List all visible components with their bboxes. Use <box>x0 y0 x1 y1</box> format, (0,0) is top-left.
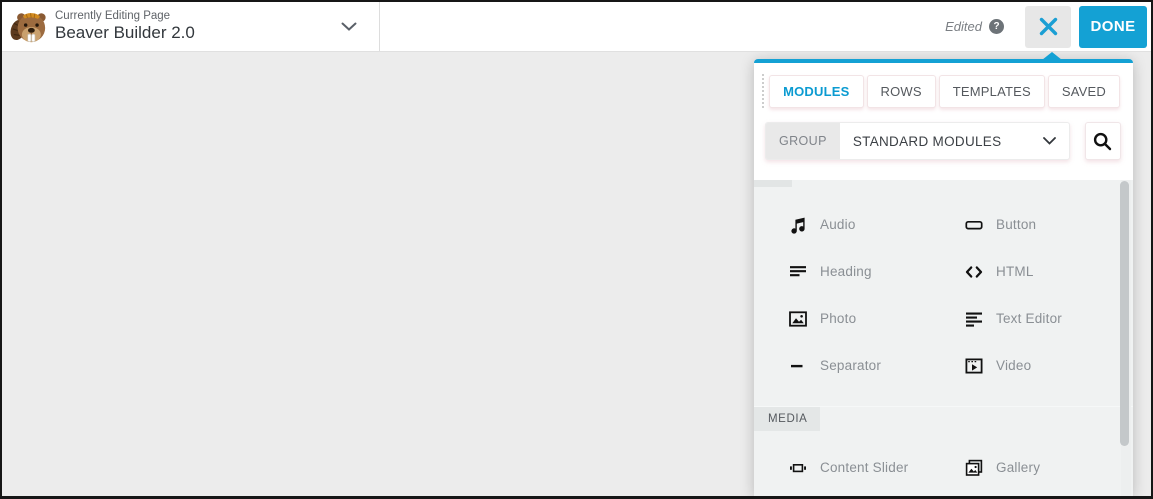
group-select[interactable]: GROUP STANDARD MODULES <box>765 122 1070 160</box>
content-panel: MODULES ROWS TEMPLATES SAVED GROUP STAND… <box>754 59 1133 496</box>
module-list: Audio Button Heading <box>754 180 1133 496</box>
editing-context-label: Currently Editing Page <box>55 10 331 22</box>
title-menu[interactable]: Currently Editing Page Beaver Builder 2.… <box>2 2 380 51</box>
module-item-audio[interactable]: Audio <box>754 201 930 248</box>
group-selected-option: STANDARD MODULES <box>853 134 1002 149</box>
page-title: Beaver Builder 2.0 <box>55 23 331 43</box>
top-toolbar: Currently Editing Page Beaver Builder 2.… <box>2 2 1151 52</box>
panel-header: MODULES ROWS TEMPLATES SAVED GROUP STAND… <box>754 63 1133 177</box>
done-button[interactable]: DONE <box>1079 6 1147 48</box>
search-button[interactable] <box>1085 122 1121 160</box>
help-icon[interactable]: ? <box>989 19 1004 34</box>
music-note-icon <box>789 216 807 234</box>
module-item-photo[interactable]: Photo <box>754 295 930 342</box>
button-icon <box>965 216 983 234</box>
edited-status: Edited <box>945 19 982 34</box>
panel-scrollbar-track[interactable] <box>1121 180 1131 496</box>
gallery-icon <box>965 459 983 477</box>
group-filter-row: GROUP STANDARD MODULES <box>765 122 1121 177</box>
panel-tabs: MODULES ROWS TEMPLATES SAVED <box>762 74 1123 108</box>
tab-templates[interactable]: TEMPLATES <box>939 75 1045 108</box>
tab-rows[interactable]: ROWS <box>867 75 936 108</box>
tab-saved[interactable]: SAVED <box>1048 75 1120 108</box>
panel-scrollbar-thumb[interactable] <box>1120 181 1129 446</box>
search-icon <box>1092 131 1113 152</box>
drag-handle-icon[interactable] <box>762 74 764 108</box>
module-item-heading[interactable]: Heading <box>754 248 930 295</box>
standard-modules-grid: Audio Button Heading <box>754 201 1133 389</box>
module-item-gallery[interactable]: Gallery <box>930 444 1133 491</box>
media-modules-grid: Content Slider Gallery <box>754 444 1133 491</box>
module-item-content-slider[interactable]: Content Slider <box>754 444 930 491</box>
media-section-header: MEDIA <box>754 406 1133 431</box>
media-section-title: MEDIA <box>754 407 820 431</box>
module-item-video[interactable]: Video <box>930 342 1133 389</box>
text-editor-icon <box>965 310 983 328</box>
toolbar-actions: Edited ? DONE <box>380 2 1151 51</box>
beaver-logo-icon <box>10 7 48 47</box>
code-icon <box>965 263 983 281</box>
module-item-text-editor[interactable]: Text Editor <box>930 295 1133 342</box>
module-item-separator[interactable]: Separator <box>754 342 930 389</box>
tab-modules[interactable]: MODULES <box>769 75 863 108</box>
beaver-builder-window: Currently Editing Page Beaver Builder 2.… <box>0 0 1153 499</box>
section-chip-fragment <box>754 180 792 187</box>
panel-pointer-arrow <box>1042 52 1062 60</box>
group-select-label: GROUP <box>766 123 840 159</box>
page-title-stack: Currently Editing Page Beaver Builder 2.… <box>55 10 331 43</box>
content-slider-icon <box>789 459 807 477</box>
video-icon <box>965 357 983 375</box>
close-icon <box>1039 17 1058 36</box>
module-item-html[interactable]: HTML <box>930 248 1133 295</box>
separator-icon <box>789 357 807 375</box>
close-panel-button[interactable] <box>1025 6 1071 48</box>
chevron-down-icon[interactable] <box>341 22 357 31</box>
photo-icon <box>789 310 807 328</box>
chevron-down-icon <box>1043 137 1056 145</box>
module-item-button[interactable]: Button <box>930 201 1133 248</box>
heading-icon <box>789 263 807 281</box>
group-select-value: STANDARD MODULES <box>840 123 1069 159</box>
